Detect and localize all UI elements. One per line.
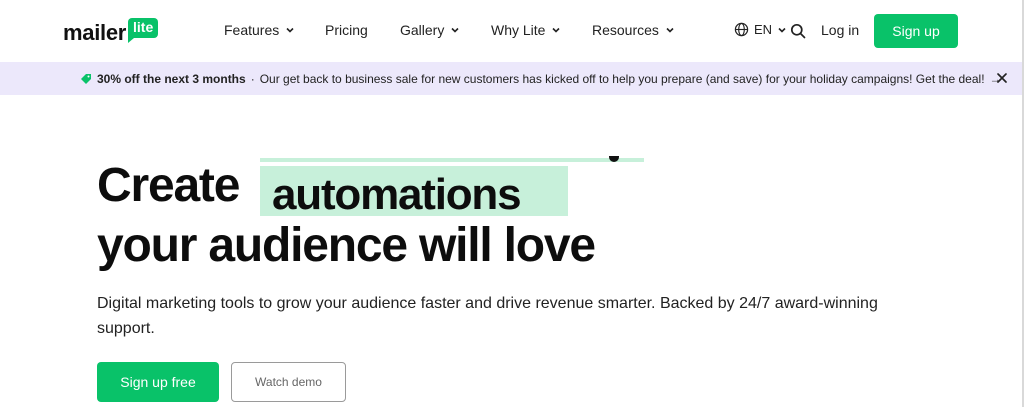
nav-item-gallery[interactable]: Gallery <box>400 22 460 38</box>
headline-start: Create <box>97 159 240 212</box>
search-icon[interactable] <box>790 23 806 39</box>
tag-icon <box>81 73 91 84</box>
hero-subtitle: Digital marketing tools to grow your aud… <box>97 295 878 337</box>
language-label: EN <box>754 22 773 37</box>
nav-item-resources[interactable]: Resources <box>592 22 675 38</box>
nav-item-label: Features <box>224 22 280 38</box>
logo[interactable]: mailer lite <box>63 18 159 48</box>
logo-badge: lite <box>128 18 159 43</box>
chevron-down-icon <box>451 27 459 33</box>
promo-highlight: 30% off the next 3 months <box>97 71 246 86</box>
nav-item-features[interactable]: Features <box>224 22 295 38</box>
headline-end: your audience will love <box>97 219 596 272</box>
chevron-down-icon <box>666 27 674 33</box>
nav-item-label: Gallery <box>400 22 445 38</box>
watch-demo-button[interactable]: Watch demo <box>231 362 346 402</box>
signup-free-button[interactable]: Sign up free <box>97 362 219 402</box>
globe-icon <box>734 22 749 37</box>
site-header: mailer lite Features Pricing Gallery Why… <box>0 0 1024 62</box>
chevron-down-icon <box>552 27 561 33</box>
language-selector[interactable]: EN <box>734 22 787 37</box>
promo-content[interactable]: 30% off the next 3 months · Our get back… <box>80 62 1002 95</box>
chevron-down-icon <box>286 27 294 33</box>
nav-item-label: Resources <box>592 22 659 38</box>
nav-item-label: Why Lite <box>491 22 546 38</box>
signup-button[interactable]: Sign up <box>874 14 958 48</box>
nav-item-pricing[interactable]: Pricing <box>325 22 368 38</box>
close-icon[interactable] <box>996 72 1008 84</box>
promo-banner: 30% off the next 3 months · Our get back… <box>0 62 1024 95</box>
chevron-down-icon <box>778 27 786 33</box>
headline-highlight-word: automations <box>272 170 522 219</box>
logo-wordmark: mailer <box>63 20 127 45</box>
highlight-ghost-strip <box>260 158 644 162</box>
promo-separator: · <box>250 71 255 86</box>
login-link[interactable]: Log in <box>821 22 859 38</box>
promo-message: Our get back to business sale for new cu… <box>259 71 985 86</box>
nav-item-why-lite[interactable]: Why Lite <box>491 22 561 38</box>
nav-item-label: Pricing <box>325 22 368 38</box>
